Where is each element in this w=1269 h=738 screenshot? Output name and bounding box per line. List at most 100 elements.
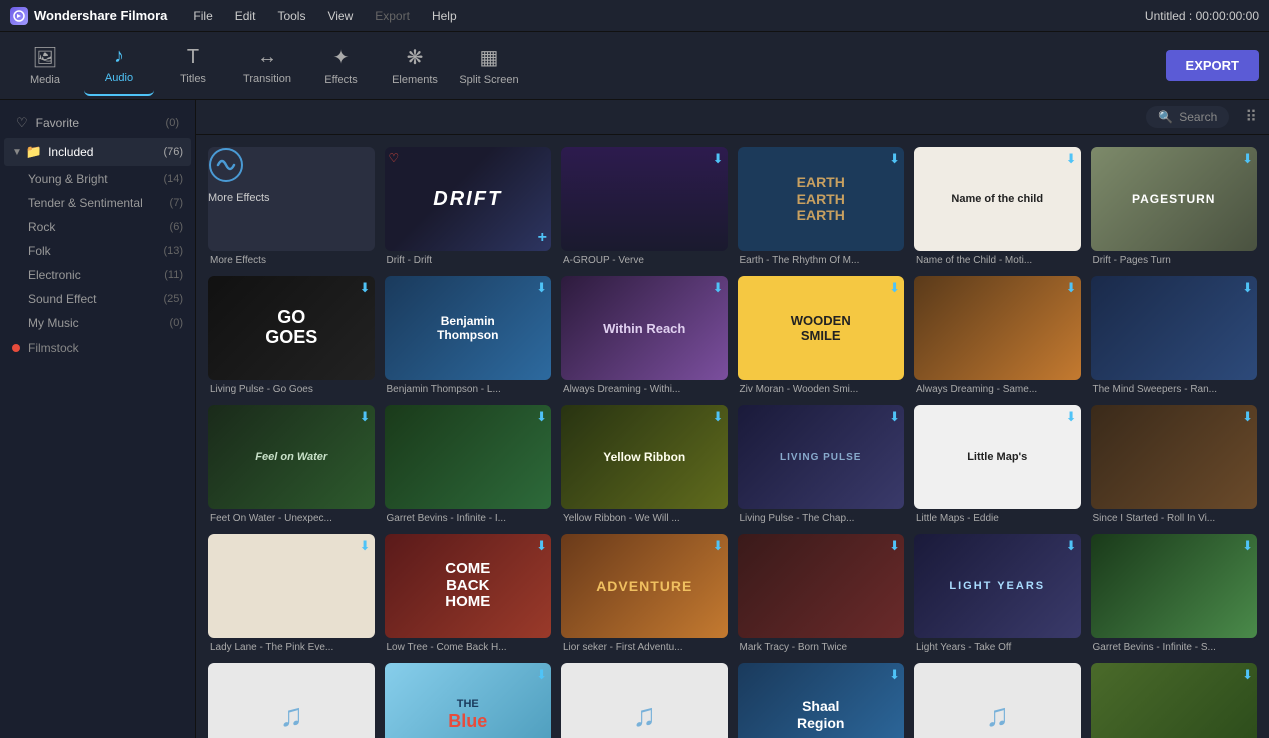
list-item[interactable]: LIGHT YEARS ⬇ Light Years - Take Off [914, 534, 1081, 653]
garret2-label: Garret Bevins - Infinite - S... [1091, 642, 1258, 653]
list-item[interactable]: ⬇ Since I Started - Roll In Vi... [1091, 405, 1258, 524]
menu-tools[interactable]: Tools [267, 5, 315, 27]
sidebar-sound-effect[interactable]: Sound Effect (25) [0, 287, 195, 311]
list-item[interactable]: DRIFT ♡ + Drift - Drift [385, 147, 552, 266]
list-item[interactable]: ⬇ Garret Bevins - Infinite - I... [385, 405, 552, 524]
content-grid: More Effects More Effects DRIFT ♡ + Drif… [208, 147, 1257, 738]
list-item[interactable]: Name of the child ⬇ Name of the Child - … [914, 147, 1081, 266]
list-item[interactable]: GOGOES ⬇ Living Pulse - Go Goes [208, 276, 375, 395]
name-overlay: Name of the child [914, 147, 1081, 251]
sidebar-tender-label: Tender & Sentimental [28, 196, 143, 210]
list-item[interactable]: LIVING PULSE ⬇ Living Pulse - The Chap..… [738, 405, 905, 524]
search-placeholder: Search [1179, 110, 1217, 124]
earth-thumb: EARTHEARTHEARTH ⬇ [738, 147, 905, 251]
lior-thumb: ADVENTURE ⬇ [561, 534, 728, 638]
lior-overlay: ADVENTURE [561, 534, 728, 638]
pages-label: Drift - Pages Turn [1091, 255, 1258, 266]
download-icon: ⬇ [1066, 151, 1077, 167]
sand-thumb: ⬇ [1091, 663, 1258, 738]
list-item[interactable]: ShaalRegion ⬇ Low Tree - Shaal Region [738, 663, 905, 738]
earth-label: Earth - The Rhythm Of M... [738, 255, 905, 266]
list-item[interactable]: ♫ Cinematic Horn [914, 663, 1081, 738]
toolbar-effects[interactable]: ✦ Effects [306, 36, 376, 96]
music-note-icon: ♫ [985, 697, 1009, 734]
list-item[interactable]: PAGESTURN ⬇ Drift - Pages Turn [1091, 147, 1258, 266]
download-icon: ⬇ [1066, 538, 1077, 554]
more-effects-label-text: More Effects [208, 192, 270, 204]
download-icon: ⬇ [360, 280, 371, 296]
menu-file[interactable]: File [183, 5, 222, 27]
list-item[interactable]: BenjaminThompson ⬇ Benjamin Thompson - L… [385, 276, 552, 395]
garret2-thumb: ⬇ [1091, 534, 1258, 638]
list-item[interactable]: ⬇ Sand - Takes Me To the L... [1091, 663, 1258, 738]
transition-thumb: ♫ [561, 663, 728, 738]
toolbar-audio-label: Audio [105, 72, 133, 84]
sidebar-young-bright-count: (14) [163, 173, 183, 185]
sidebar-included[interactable]: ▼ 📁 Included (76) [4, 138, 191, 166]
sidebar-favorite-label: Favorite [36, 116, 79, 130]
list-item[interactable]: ⬇ Mark Tracy - Born Twice [738, 534, 905, 653]
search-box[interactable]: 🔍 Search [1146, 106, 1229, 128]
export-button[interactable]: EXPORT [1166, 50, 1259, 81]
content-area: 🔍 Search ⠿ More Effects More Effects [196, 100, 1269, 738]
list-item[interactable]: Within Reach ⬇ Always Dreaming - Withi..… [561, 276, 728, 395]
list-item[interactable]: Little Map's ⬇ Little Maps - Eddie [914, 405, 1081, 524]
menu-edit[interactable]: Edit [225, 5, 266, 27]
toolbar-split[interactable]: ▦ Split Screen [454, 36, 524, 96]
sidebar-included-count: (76) [163, 146, 183, 158]
elements-icon: ❋ [407, 45, 424, 70]
sidebar-filmstock[interactable]: Filmstock [0, 335, 195, 361]
light-thumb: LIGHT YEARS ⬇ [914, 534, 1081, 638]
list-item[interactable]: ADVENTURE ⬇ Lior seker - First Adventu..… [561, 534, 728, 653]
download-icon: ⬇ [360, 409, 371, 425]
feet-label: Feet On Water - Unexpec... [208, 513, 375, 524]
light-label: Light Years - Take Off [914, 642, 1081, 653]
list-item[interactable]: ⬇ Always Dreaming - Same... [914, 276, 1081, 395]
sidebar-tender[interactable]: Tender & Sentimental (7) [0, 191, 195, 215]
grid-toggle-icon[interactable]: ⠿ [1245, 107, 1257, 127]
sidebar-young-bright[interactable]: Young & Bright (14) [0, 167, 195, 191]
menu-help[interactable]: Help [422, 5, 467, 27]
list-item[interactable]: EARTHEARTHEARTH ⬇ Earth - The Rhythm Of … [738, 147, 905, 266]
list-item[interactable]: More Effects More Effects [208, 147, 375, 266]
toolbar-transition[interactable]: ↔ Transition [232, 36, 302, 96]
benjamin-label: Benjamin Thompson - L... [385, 384, 552, 395]
always-label: Always Dreaming - Same... [914, 384, 1081, 395]
list-item[interactable]: THEBlue ⬇ Little Maps - Out The Blue [385, 663, 552, 738]
sidebar-rock[interactable]: Rock (6) [0, 215, 195, 239]
toolbar-audio[interactable]: ♪ Audio [84, 36, 154, 96]
little-thumb: Little Map's ⬇ [914, 405, 1081, 509]
toolbar-elements[interactable]: ❋ Elements [380, 36, 450, 96]
sidebar-folk[interactable]: Folk (13) [0, 239, 195, 263]
download-icon: ⬇ [1066, 409, 1077, 425]
list-item[interactable]: ⬇ Lady Lane - The Pink Eve... [208, 534, 375, 653]
sidebar-rock-count: (6) [170, 221, 183, 233]
menu-view[interactable]: View [317, 5, 363, 27]
effects-icon: ✦ [333, 45, 350, 70]
sidebar-favorite[interactable]: ♡ Favorite (0) [4, 109, 191, 137]
list-item[interactable]: Yellow Ribbon ⬇ Yellow Ribbon - We Will … [561, 405, 728, 524]
lady-thumb: ⬇ [208, 534, 375, 638]
benjamin-thumb: BenjaminThompson ⬇ [385, 276, 552, 380]
little2-overlay: THEBlue [385, 663, 552, 738]
app-logo-icon [10, 7, 28, 25]
sidebar-tender-count: (7) [170, 197, 183, 209]
list-item[interactable]: ⬇ A-GROUP - Verve [561, 147, 728, 266]
list-item[interactable]: ♫ Transition Swoosh [561, 663, 728, 738]
pages-overlay: PAGESTURN [1091, 147, 1258, 251]
list-item[interactable]: WOODENSMILE ⬇ Ziv Moran - Wooden Smi... [738, 276, 905, 395]
toolbar-titles[interactable]: T Titles [158, 36, 228, 96]
list-item[interactable]: ⬇ The Mind Sweepers - Ran... [1091, 276, 1258, 395]
sidebar-my-music[interactable]: My Music (0) [0, 311, 195, 335]
sidebar-electronic-count: (11) [164, 269, 183, 281]
sidebar-electronic[interactable]: Electronic (11) [0, 263, 195, 287]
pages-thumb: PAGESTURN ⬇ [1091, 147, 1258, 251]
menu-bar: Wondershare Filmora File Edit Tools View… [0, 0, 1269, 32]
list-item[interactable]: ♫ Atomic Bomb [208, 663, 375, 738]
list-item[interactable]: Feel on Water ⬇ Feet On Water - Unexpec.… [208, 405, 375, 524]
menu-export[interactable]: Export [365, 5, 420, 27]
list-item[interactable]: COMEBACKHOME ⬇ Low Tree - Come Back H... [385, 534, 552, 653]
within-overlay: Within Reach [561, 276, 728, 380]
toolbar-media[interactable]: 🖼 Media [10, 36, 80, 96]
list-item[interactable]: ⬇ Garret Bevins - Infinite - S... [1091, 534, 1258, 653]
